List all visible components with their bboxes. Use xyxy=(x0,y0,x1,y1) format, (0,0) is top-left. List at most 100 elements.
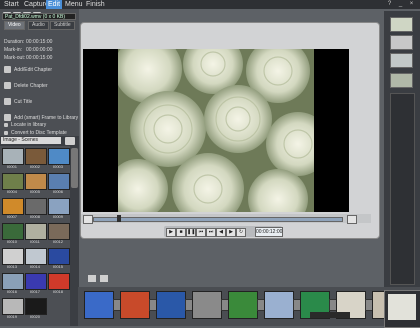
scrub-track[interactable] xyxy=(93,217,343,222)
menu-edit[interactable]: Edit xyxy=(46,0,63,9)
stop-icon[interactable]: ■ xyxy=(176,228,186,237)
timeline-storyboard xyxy=(78,275,420,326)
timeline-clip[interactable] xyxy=(264,291,294,319)
library-thumbnail-label: I0011 xyxy=(30,239,40,244)
library-thumbnail[interactable] xyxy=(25,223,47,240)
timeline-view-icon[interactable] xyxy=(100,275,108,282)
library-thumbnail[interactable] xyxy=(2,148,24,165)
menu-bar: Start Capture Edit Menu Finish ? _ × xyxy=(0,0,420,9)
library-thumbnail[interactable] xyxy=(25,148,47,165)
timecode-display[interactable]: 00:00:12:00 xyxy=(255,227,283,237)
next-icon[interactable]: ⏭ xyxy=(206,228,216,237)
storyboard-view-icon[interactable] xyxy=(88,275,96,282)
tab-subtitle[interactable]: Subtitle xyxy=(50,21,75,30)
play-icon[interactable]: ▶ xyxy=(166,228,176,237)
library-thumbnail[interactable] xyxy=(25,173,47,190)
library-thumbnail-label: I0019 xyxy=(6,314,17,319)
add-chapter-action[interactable]: Add/Edit Chapter xyxy=(4,66,52,73)
library-grid: I0001 I0002 I0003 I0004 I0005 I0006 I0007 I0008… xyxy=(0,146,70,326)
help-icon[interactable]: ? xyxy=(386,1,393,8)
mark-out-button[interactable] xyxy=(347,215,357,224)
scrub-handle[interactable] xyxy=(117,215,121,222)
cut-title-label: Cut Title xyxy=(14,98,33,105)
library-category-select[interactable]: Image - Scenes xyxy=(1,137,61,144)
library-thumbnail-label: I0017 xyxy=(29,289,40,294)
filmstrip-panel xyxy=(384,11,420,289)
scrub-bar[interactable] xyxy=(81,214,371,224)
checkbox-icon xyxy=(4,131,8,135)
menu-start[interactable]: Start xyxy=(2,0,21,9)
library-thumbnail-label: I0013 xyxy=(6,264,17,269)
close-icon[interactable]: × xyxy=(408,1,415,8)
cut-title-action[interactable]: Cut Title xyxy=(4,98,32,105)
delete-chapter-action[interactable]: Delete Chapter xyxy=(4,82,48,89)
menu-finish[interactable]: Finish xyxy=(84,0,107,9)
add-chapter-label: Add/Edit Chapter xyxy=(14,66,53,73)
library-thumbnail[interactable] xyxy=(48,148,70,165)
library-thumbnail[interactable] xyxy=(2,298,24,315)
frame-icon xyxy=(4,114,11,121)
library-thumbnail[interactable] xyxy=(48,248,70,265)
mark-out-value: 00:00:15:00 xyxy=(26,55,53,61)
mark-in-button[interactable] xyxy=(83,215,93,224)
clip-filename: Pat_Dfdi02.wmv (0 x 0 KB) xyxy=(2,13,76,20)
mark-in-label: Mark-in: xyxy=(4,47,23,53)
library-thumbnail-label: I0009 xyxy=(52,214,63,219)
timeline-clip[interactable] xyxy=(84,291,114,319)
delete-chapter-icon xyxy=(4,82,11,89)
forward-icon[interactable]: ▶ xyxy=(226,228,236,237)
timeline-clip[interactable] xyxy=(120,291,150,319)
library-header: Image - Scenes xyxy=(0,136,79,146)
duration-value: 00:00:15:00 xyxy=(26,39,53,45)
library-thumbnail[interactable] xyxy=(2,248,24,265)
prev-icon[interactable]: ⏮ xyxy=(196,228,206,237)
library-thumbnail-label: I0002 xyxy=(29,164,40,169)
filmstrip-frame[interactable] xyxy=(390,35,413,50)
timeline-clip[interactable] xyxy=(156,291,186,319)
tab-audio[interactable]: Audio xyxy=(28,21,49,30)
add-frame-label: Add (smart) Frame to Library xyxy=(14,114,79,121)
scrollbar-thumb[interactable] xyxy=(71,148,78,188)
timeline-scrollbar[interactable] xyxy=(310,312,350,318)
library-thumbnail[interactable] xyxy=(2,198,24,215)
library-thumbnail-label: I0016 xyxy=(6,289,17,294)
timeline-clip[interactable] xyxy=(228,291,258,319)
preview-clip-thumb xyxy=(388,294,416,320)
checkbox-icon xyxy=(4,123,8,127)
filmstrip-frame[interactable] xyxy=(390,73,413,88)
scissors-icon xyxy=(4,98,11,105)
minimize-icon[interactable]: _ xyxy=(397,1,404,8)
add-frame-action[interactable]: Add (smart) Frame to Library xyxy=(4,114,78,121)
library-thumbnail[interactable] xyxy=(25,273,47,290)
locate-library-action[interactable]: Locate in library xyxy=(4,122,46,128)
rewind-icon[interactable]: ◀ xyxy=(216,228,226,237)
menu-menu[interactable]: Menu xyxy=(63,0,85,9)
library-thumbnail[interactable] xyxy=(48,223,70,240)
timeline-clip[interactable] xyxy=(192,291,222,319)
library-thumbnail-label: I0020 xyxy=(29,314,40,319)
loop-icon[interactable]: ↻ xyxy=(236,228,246,237)
chapter-icon xyxy=(4,66,11,73)
library-thumbnail-label: I0014 xyxy=(29,264,40,269)
delete-chapter-label: Delete Chapter xyxy=(14,82,48,89)
pause-icon[interactable]: ❚❚ xyxy=(186,228,196,237)
library-thumbnail[interactable] xyxy=(48,273,70,290)
library-thumbnail-label: I0003 xyxy=(52,164,63,169)
library-thumbnail[interactable] xyxy=(2,223,24,240)
mark-out-label: Mark-out: xyxy=(4,55,26,61)
library-thumbnail[interactable] xyxy=(25,198,47,215)
library-thumbnail-label: I0008 xyxy=(29,214,40,219)
open-folder-icon[interactable] xyxy=(65,137,75,145)
library-thumbnail-label: I0007 xyxy=(6,214,17,219)
selected-clip-preview[interactable] xyxy=(384,290,420,328)
filmstrip-frame[interactable] xyxy=(390,53,413,68)
library-thumbnail[interactable] xyxy=(48,198,70,215)
library-thumbnail[interactable] xyxy=(48,173,70,190)
tab-video[interactable]: Video xyxy=(4,21,25,30)
library-thumbnail[interactable] xyxy=(25,298,47,315)
library-thumbnail[interactable] xyxy=(2,173,24,190)
filmstrip-empty xyxy=(390,93,415,285)
filmstrip-frame[interactable] xyxy=(390,17,413,32)
library-thumbnail[interactable] xyxy=(25,248,47,265)
library-thumbnail[interactable] xyxy=(2,273,24,290)
